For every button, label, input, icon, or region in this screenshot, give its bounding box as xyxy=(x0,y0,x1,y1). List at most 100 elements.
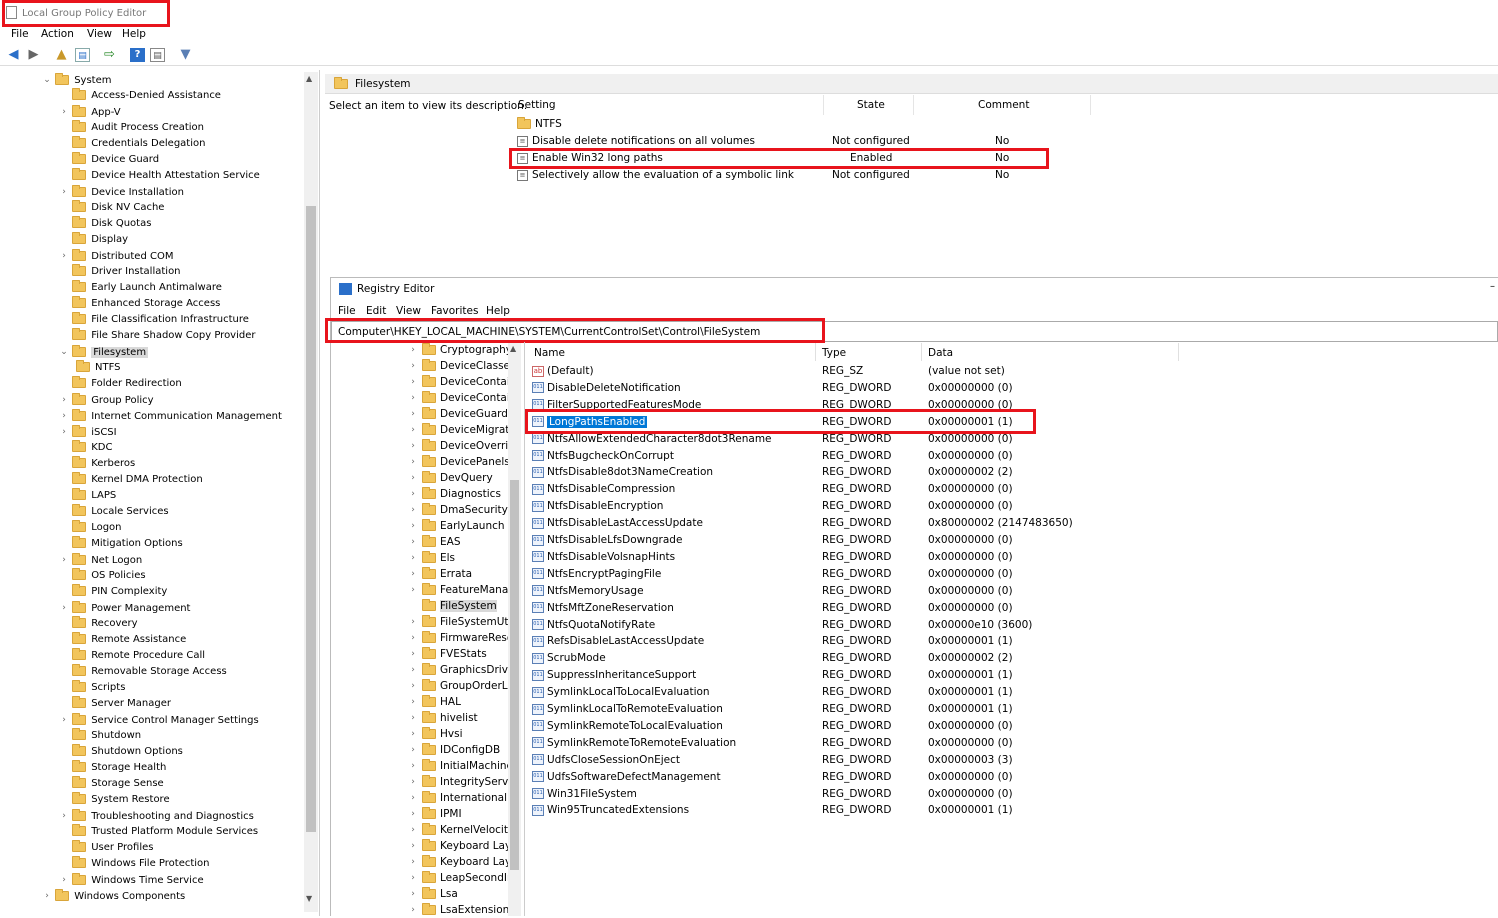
registry-value-row[interactable]: 011 NtfsEncryptPagingFile REG_DWORD 0x00000… xyxy=(532,566,1172,583)
tree-item-laps[interactable]: LAPS xyxy=(59,488,116,504)
chevron-right-icon[interactable]: › xyxy=(408,422,418,438)
registry-value-row[interactable]: ab (Default) REG_SZ (value not set) xyxy=(532,363,1172,380)
key-tree-scrollbar-thumb[interactable] xyxy=(510,480,519,870)
registry-value-row[interactable]: 011 UdfsCloseSessionOnEject REG_DWORD 0x000… xyxy=(532,752,1172,769)
reg-menu-edit[interactable]: Edit xyxy=(366,305,386,317)
tree-item-os-policies[interactable]: OS Policies xyxy=(59,568,146,584)
chevron-right-icon[interactable]: › xyxy=(408,630,418,646)
tree-item-troubleshooting-and-diagnostics[interactable]: › Troubleshooting and Diagnostics xyxy=(59,808,254,824)
column-divider[interactable] xyxy=(1178,343,1179,361)
registry-value-row[interactable]: 011 SuppressInheritanceSupport REG_DWORD 0x… xyxy=(532,667,1172,684)
chevron-right-icon[interactable]: › xyxy=(59,104,69,120)
tree-scrollbar-thumb[interactable] xyxy=(306,206,316,832)
chevron-right-icon[interactable]: › xyxy=(408,662,418,678)
registry-value-row[interactable]: 011 NtfsMemoryUsage REG_DWORD 0x00000000 (0… xyxy=(532,583,1172,600)
registry-value-row[interactable]: 011 NtfsDisableVolsnapHints REG_DWORD 0x000… xyxy=(532,549,1172,566)
filter-icon[interactable]: ▼ xyxy=(178,48,193,62)
tree-item-system[interactable]: ⌄ System xyxy=(42,72,111,88)
reg-key-devicecontair[interactable]: › DeviceContair xyxy=(408,390,508,406)
tree-item-locale-services[interactable]: Locale Services xyxy=(59,504,169,520)
chevron-right-icon[interactable]: › xyxy=(408,566,418,582)
reg-key-earlylaunch[interactable]: › EarlyLaunch xyxy=(408,518,508,534)
tree-item-kernel-dma-protection[interactable]: Kernel DMA Protection xyxy=(59,472,203,488)
reg-key-cryptography[interactable]: › Cryptography xyxy=(408,342,508,358)
reg-menu-view[interactable]: View xyxy=(396,305,421,317)
reg-key-diagnostics[interactable]: › Diagnostics xyxy=(408,486,508,502)
chevron-right-icon[interactable]: › xyxy=(408,454,418,470)
tree-item-filesystem[interactable]: ⌄ Filesystem xyxy=(59,344,149,360)
chevron-right-icon[interactable]: › xyxy=(408,838,418,854)
reg-key-filesystemutil[interactable]: › FileSystemUtil xyxy=(408,614,508,630)
column-divider[interactable] xyxy=(823,95,824,115)
column-divider[interactable] xyxy=(913,95,914,115)
export-list-icon[interactable]: ⇨ xyxy=(102,48,117,62)
reg-key-firmwarereso[interactable]: › FirmwareReso xyxy=(408,630,508,646)
tree-item-user-profiles[interactable]: User Profiles xyxy=(59,840,153,856)
tree-item-mitigation-options[interactable]: Mitigation Options xyxy=(59,536,183,552)
chevron-right-icon[interactable]: › xyxy=(408,726,418,742)
registry-value-row[interactable]: 011 SymlinkRemoteToRemoteEvaluation REG_DW… xyxy=(532,735,1172,752)
tree-item-iscsi[interactable]: › iSCSI xyxy=(59,424,117,440)
tree-item-audit-process-creation[interactable]: Audit Process Creation xyxy=(59,120,204,136)
menu-action[interactable]: Action xyxy=(41,28,74,40)
registry-value-row[interactable]: 011 DisableDeleteNotification REG_DWORD 0x0… xyxy=(532,380,1172,397)
chevron-right-icon[interactable]: › xyxy=(408,534,418,550)
chevron-right-icon[interactable]: › xyxy=(408,886,418,902)
reg-key-graphicsdriver[interactable]: ›GraphicsDriver xyxy=(408,662,508,678)
chevron-right-icon[interactable]: › xyxy=(59,248,69,264)
show-hide-tree-icon[interactable]: ▤ xyxy=(75,48,90,62)
registry-value-row[interactable]: 011 FilterSupportedFeaturesMode REG_DWORD 0… xyxy=(532,397,1172,414)
registry-value-row[interactable]: 011 NtfsDisableLastAccessUpdate REG_DWORD 0… xyxy=(532,515,1172,532)
policy-setting-row[interactable]: ≡ Selectively allow the evaluation of a s… xyxy=(517,167,1077,183)
chevron-right-icon[interactable]: › xyxy=(408,678,418,694)
chevron-right-icon[interactable]: › xyxy=(408,502,418,518)
forward-icon[interactable]: ▶ xyxy=(26,48,41,62)
registry-value-row[interactable]: 011 Win95TruncatedExtensions REG_DWORD 0x00… xyxy=(532,802,1172,819)
chevron-right-icon[interactable]: › xyxy=(408,470,418,486)
chevron-right-icon[interactable]: › xyxy=(408,374,418,390)
column-comment[interactable]: Comment xyxy=(978,99,1029,111)
tree-item-kdc[interactable]: KDC xyxy=(59,440,112,456)
reg-key-hal[interactable]: › HAL xyxy=(408,694,508,710)
reg-key-keyboard-layc[interactable]: ›Keyboard Layc xyxy=(408,854,508,870)
reg-key-integrityservic[interactable]: ›IntegrityServic xyxy=(408,774,508,790)
reg-key-devquery[interactable]: › DevQuery xyxy=(408,470,508,486)
policy-setting-row[interactable]: ≡ Enable Win32 long paths Enabled No xyxy=(517,150,1077,166)
reg-menu-help[interactable]: Help xyxy=(486,305,510,317)
tree-item-access-denied-assistance[interactable]: Access-Denied Assistance xyxy=(59,88,221,104)
scroll-up-icon[interactable]: ▲ xyxy=(306,74,312,83)
help-icon[interactable]: ? xyxy=(130,48,145,62)
chevron-right-icon[interactable]: › xyxy=(408,358,418,374)
tree-item-removable-storage-access[interactable]: Removable Storage Access xyxy=(59,664,227,680)
tree-item-storage-health[interactable]: Storage Health xyxy=(59,760,166,776)
registry-value-row[interactable]: 011 Win31FileSystem REG_DWORD 0x00000000 (0… xyxy=(532,786,1172,803)
tree-item-remote-assistance[interactable]: Remote Assistance xyxy=(59,632,186,648)
registry-value-row[interactable]: 011 SymlinkLocalToLocalEvaluation REG_DWOR… xyxy=(532,684,1172,701)
reg-key-featuremanag[interactable]: › FeatureManag xyxy=(408,582,508,598)
reg-key-devicepanels[interactable]: › DevicePanels xyxy=(408,454,508,470)
tree-item-device-installation[interactable]: › Device Installation xyxy=(59,184,184,200)
tree-item-enhanced-storage-access[interactable]: Enhanced Storage Access xyxy=(59,296,220,312)
tree-item-internet-communication-management[interactable]: › Internet Communication Management xyxy=(59,408,282,424)
tree-item-driver-installation[interactable]: Driver Installation xyxy=(59,264,181,280)
back-icon[interactable]: ◀ xyxy=(6,48,21,62)
reg-menu-favorites[interactable]: Favorites xyxy=(431,305,478,317)
chevron-right-icon[interactable]: › xyxy=(59,392,69,408)
chevron-right-icon[interactable]: › xyxy=(408,614,418,630)
tree-item-service-control-manager-settings[interactable]: › Service Control Manager Settings xyxy=(59,712,259,728)
reg-key-deviceclasses[interactable]: › DeviceClasses xyxy=(408,358,508,374)
tree-item-trusted-platform-module-services[interactable]: Trusted Platform Module Services xyxy=(59,824,258,840)
tree-item-windows-components[interactable]: › Windows Components xyxy=(42,888,185,904)
tree-item-remote-procedure-call[interactable]: Remote Procedure Call xyxy=(59,648,205,664)
properties-icon[interactable]: ▤ xyxy=(150,48,165,62)
chevron-right-icon[interactable]: › xyxy=(408,406,418,422)
reg-key-els[interactable]: › Els xyxy=(408,550,508,566)
reg-menu-file[interactable]: File xyxy=(338,305,356,317)
reg-key-deviceguard[interactable]: › DeviceGuard xyxy=(408,406,508,422)
tree-item-power-management[interactable]: › Power Management xyxy=(59,600,190,616)
registry-value-row[interactable]: 011 NtfsAllowExtendedCharacter8dot3Rename… xyxy=(532,431,1172,448)
tree-item-windows-time-service[interactable]: › Windows Time Service xyxy=(59,872,204,888)
chevron-right-icon[interactable]: › xyxy=(59,184,69,200)
reg-key-idconfigdb[interactable]: › IDConfigDB xyxy=(408,742,508,758)
chevron-right-icon[interactable]: › xyxy=(408,822,418,838)
